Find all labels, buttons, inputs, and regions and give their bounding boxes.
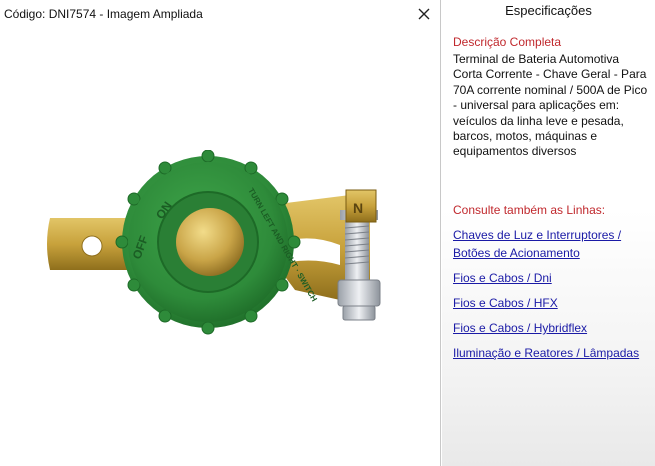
- link-fios-cabos-hybridflex[interactable]: Fios e Cabos / Hybridflex: [453, 321, 587, 335]
- image-pane: Código: DNI7574 - Imagem Ampliada N OFF …: [0, 0, 441, 466]
- link-iluminacao-reatores[interactable]: Iluminação e Reatores / Lâmpadas: [453, 346, 639, 360]
- close-icon[interactable]: [418, 8, 430, 20]
- consult-lines-title: Consulte também as Linhas:: [453, 203, 606, 217]
- description-text: Terminal de Bateria Automotiva Corta Cor…: [453, 52, 648, 159]
- window-title: Código: DNI7574 - Imagem Ampliada: [4, 7, 203, 21]
- link-fios-cabos-hfx[interactable]: Fios e Cabos / HFX: [453, 296, 558, 310]
- green-knob: OFF ON TURN LEFT AND RIGHT · SWITCH: [115, 150, 319, 335]
- description-title: Descrição Completa: [453, 35, 562, 49]
- specs-panel: Especificações Descrição Completa Termin…: [442, 0, 655, 466]
- svg-text:N: N: [353, 200, 363, 216]
- specs-header: Especificações: [505, 3, 592, 18]
- link-chaves-de-luz[interactable]: Chaves de Luz e Interruptores / Botões d…: [453, 228, 621, 260]
- product-image: N OFF ON TURN LEFT AND RIGHT · SWITCH: [47, 150, 381, 335]
- close-button[interactable]: [414, 4, 434, 24]
- related-lines-list: Chaves de Luz e Interruptores / Botões d…: [453, 226, 649, 369]
- link-fios-cabos-dni[interactable]: Fios e Cabos / Dni: [453, 271, 552, 285]
